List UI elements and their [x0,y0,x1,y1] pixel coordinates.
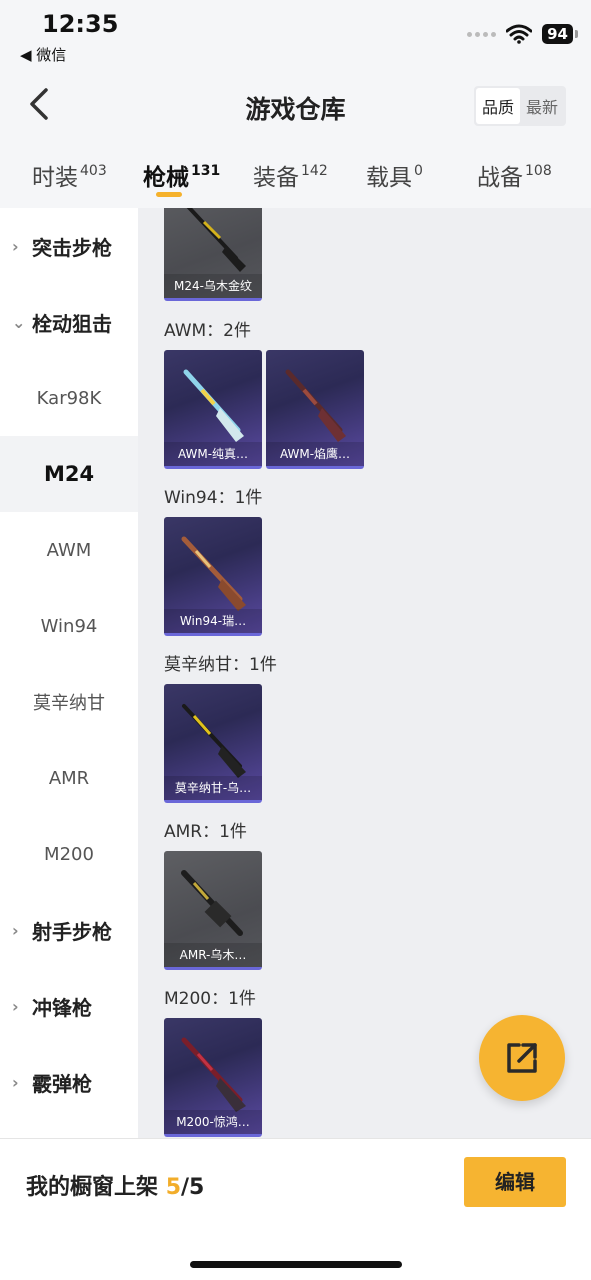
item-card-label: 莫辛纳甘-乌… [164,776,262,800]
status-bar: 12:35 ◀ 微信 94 [0,0,591,70]
tab-count: 108 [525,163,552,179]
item-card-label: M24-乌木金纹 [164,274,262,298]
item-card[interactable]: AMR-乌木… [164,851,262,970]
chevron-right-icon: › [12,236,19,256]
sidebar-item-m24[interactable]: M24 [0,436,138,512]
sidebar-item-label: 突击步枪 [32,235,112,260]
chevron-right-icon: › [12,1072,19,1092]
sidebar-item-win94[interactable]: Win94 [0,588,138,664]
sidebar-item-shotguns[interactable]: › 霰弹枪 [0,1044,138,1120]
sidebar-item-label: 射手步枪 [32,919,112,944]
share-icon [507,1043,537,1073]
tab-label: 装备 [253,165,299,191]
item-card-label: AMR-乌木… [164,943,262,967]
sidebar-item-m200[interactable]: M200 [0,816,138,892]
showcase-count: 我的橱窗上架 5/5 [26,1169,204,1201]
showcase-total: /5 [181,1175,205,1200]
category-tabs: 时装 403 枪械 131 装备 142 载具 0 战备 108 [0,140,591,208]
sidebar-item-label: 霰弹枪 [32,1071,92,1096]
sidebar-item-assault-rifles[interactable]: › 突击步枪 [0,208,138,284]
signal-icon [467,31,497,37]
showcase-label: 我的橱窗上架 [26,1175,159,1200]
section-label-win94: Win94：1件 [164,488,263,508]
section-label-mosin: 莫辛纳甘：1件 [164,655,277,675]
wifi-icon [506,24,533,44]
share-button[interactable] [479,1015,565,1101]
sidebar-item-marksman-rifles[interactable]: › 射手步枪 [0,892,138,968]
home-indicator[interactable] [190,1261,402,1268]
tab-label: 载具 [366,165,412,191]
tab-vehicles[interactable]: 载具 0 [366,158,423,192]
status-time: 12:35 [42,10,119,38]
item-card[interactable]: AWM-焰鹰… [266,350,364,469]
sort-quality-option[interactable]: 品质 [475,88,520,124]
back-button[interactable] [22,84,62,124]
tab-firearms[interactable]: 枪械 131 [143,158,220,192]
status-icons: 94 [467,24,578,44]
item-card[interactable]: M200-惊鸿… [164,1018,262,1137]
tab-count: 403 [80,163,107,179]
tab-label: 战备 [477,165,523,191]
sidebar-item-smgs[interactable]: › 冲锋枪 [0,968,138,1044]
tab-label: 枪械 [143,165,189,191]
edit-button[interactable]: 编辑 [464,1157,566,1207]
item-card[interactable]: 莫辛纳甘-乌… [164,684,262,803]
sidebar-item-label: 冲锋枪 [32,995,92,1020]
chevron-down-icon: ⌄ [12,312,26,332]
sidebar-item-bolt-snipers[interactable]: ⌄ 栓动狙击 [0,284,138,360]
sidebar-item-amr[interactable]: AMR [0,740,138,816]
item-grid: M24-乌木金纹 AWM：2件 AWM-纯真… AWM-焰鹰… Win94：1件… [138,208,591,1138]
bottom-bar: 我的橱窗上架 5/5 编辑 [0,1138,591,1280]
sidebar-item-kar98k[interactable]: Kar98K [0,360,138,436]
item-card-label: AWM-纯真… [164,442,262,466]
chevron-left-icon [30,88,48,120]
item-card-label: AWM-焰鹰… [266,442,364,466]
item-card[interactable]: Win94-瑞… [164,517,262,636]
section-label-m200: M200：1件 [164,989,256,1009]
tab-supplies[interactable]: 战备 108 [477,158,552,192]
sidebar-item-label: 栓动狙击 [32,311,112,336]
tab-count: 0 [414,163,423,179]
sort-latest-option[interactable]: 最新 [520,88,564,124]
tab-count: 131 [191,163,221,179]
back-to-app-link[interactable]: ◀ 微信 [20,44,66,65]
tab-label: 时装 [32,165,78,191]
section-label-amr: AMR：1件 [164,822,247,842]
item-card-label: Win94-瑞… [164,609,262,633]
item-card[interactable]: AWM-纯真… [164,350,262,469]
sidebar-item-awm[interactable]: AWM [0,512,138,588]
tab-count: 142 [301,163,328,179]
active-tab-indicator [156,192,182,197]
item-card[interactable]: M24-乌木金纹 [164,208,262,301]
showcase-current: 5 [165,1175,181,1200]
sidebar: › 突击步枪 ⌄ 栓动狙击 Kar98K M24 AWM Win94 莫辛纳甘 … [0,208,138,1138]
sidebar-item-mosin[interactable]: 莫辛纳甘 [0,664,138,740]
tab-equipment[interactable]: 装备 142 [253,158,328,192]
sort-toggle: 品质 最新 [473,86,566,126]
header: 游戏仓库 品质 最新 [0,70,591,140]
chevron-right-icon: › [12,996,19,1016]
tab-fashion[interactable]: 时装 403 [32,158,107,192]
section-label-awm: AWM：2件 [164,321,251,341]
battery-indicator: 94 [542,24,578,44]
item-card-label: M200-惊鸿… [164,1110,262,1134]
chevron-right-icon: › [12,920,19,940]
